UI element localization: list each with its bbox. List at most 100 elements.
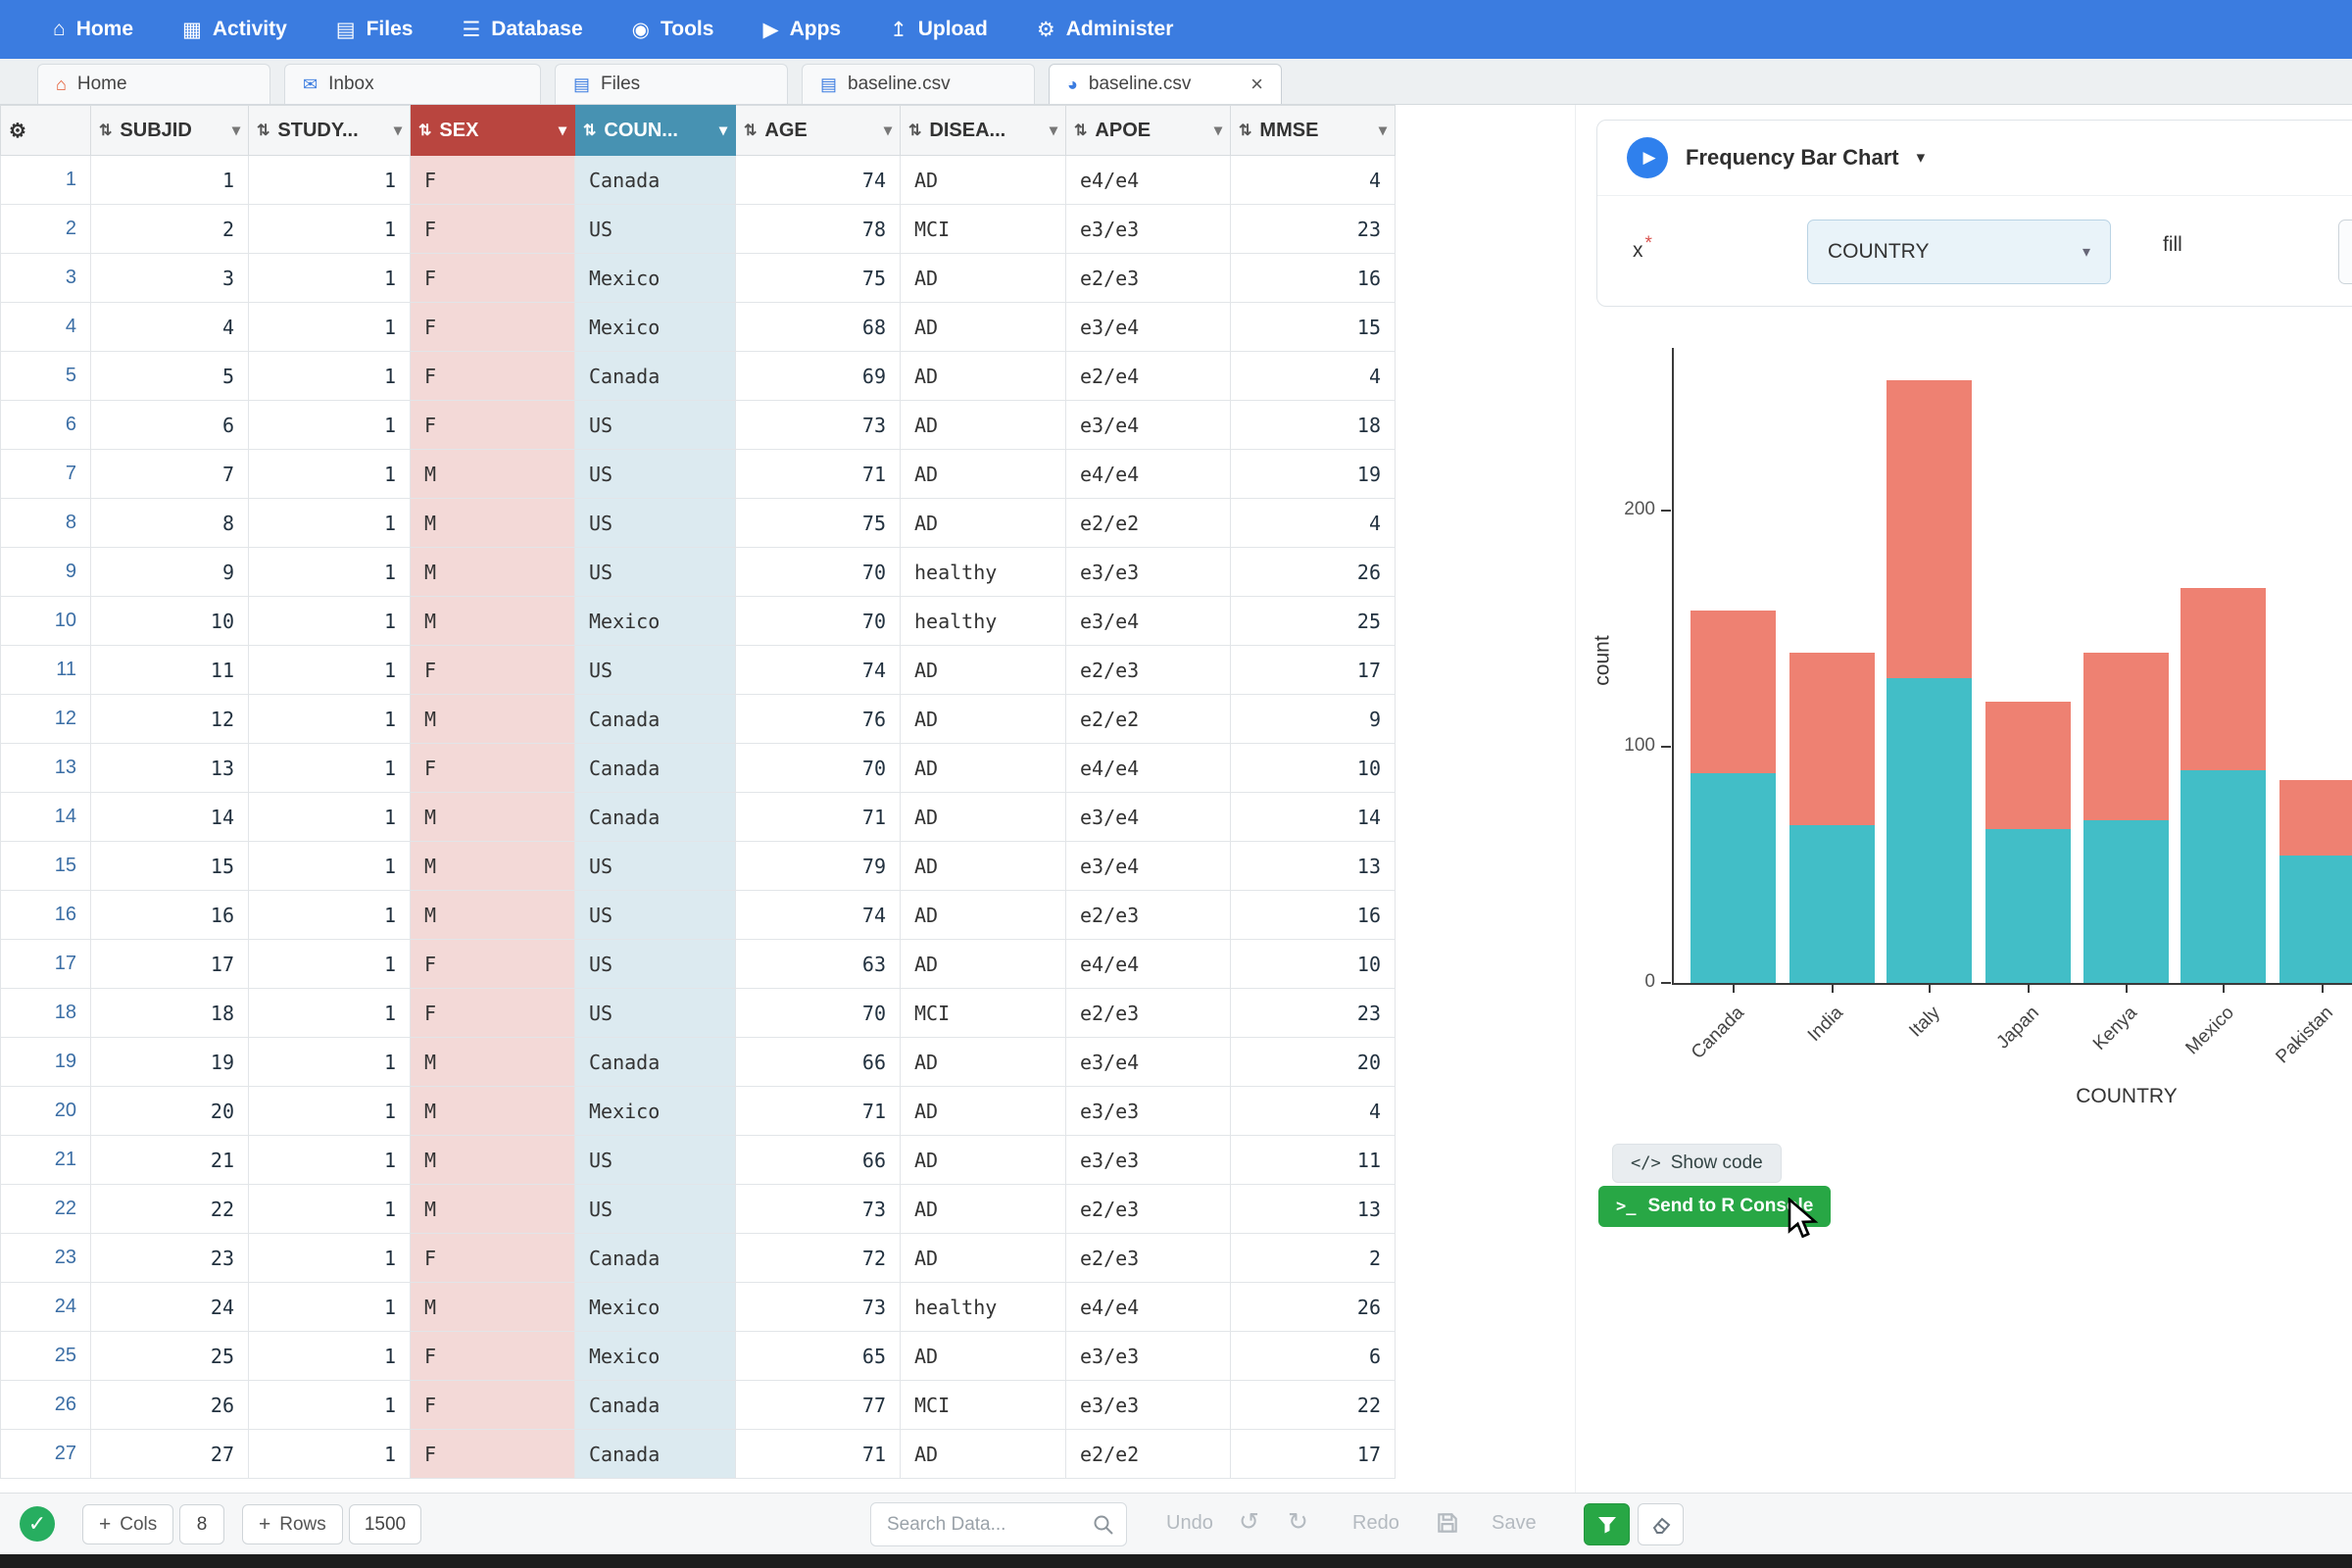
- add-cols-button[interactable]: + Cols: [82, 1504, 173, 1544]
- tab-baseline-csv[interactable]: ▤baseline.csv: [802, 64, 1035, 104]
- show-code-button[interactable]: </> Show code: [1612, 1144, 1782, 1183]
- cell[interactable]: 6: [91, 401, 249, 450]
- cell[interactable]: e3/e4: [1066, 401, 1231, 450]
- row-number[interactable]: 3: [1, 254, 91, 303]
- cell[interactable]: e4/e4: [1066, 156, 1231, 205]
- cell[interactable]: 1: [249, 793, 411, 842]
- cell[interactable]: 15: [91, 842, 249, 891]
- cell[interactable]: M: [411, 1185, 575, 1234]
- column-header-mmse[interactable]: ⇅MMSE▾: [1231, 106, 1396, 156]
- sort-icon[interactable]: ⇅: [257, 121, 270, 140]
- sort-icon[interactable]: ⇅: [99, 121, 112, 140]
- row-number[interactable]: 22: [1, 1185, 91, 1234]
- cell[interactable]: 1: [249, 1185, 411, 1234]
- row-number[interactable]: 18: [1, 989, 91, 1038]
- cell[interactable]: F: [411, 940, 575, 989]
- cell[interactable]: MCI: [901, 205, 1066, 254]
- cell[interactable]: AD: [901, 450, 1066, 499]
- undo-label[interactable]: Undo: [1166, 1512, 1213, 1535]
- clear-filters-button[interactable]: [1638, 1503, 1684, 1545]
- row-number[interactable]: 11: [1, 646, 91, 695]
- cell[interactable]: 74: [736, 156, 901, 205]
- row-number[interactable]: 14: [1, 793, 91, 842]
- table-settings-gear-icon[interactable]: ⚙: [1, 106, 91, 156]
- cell[interactable]: M: [411, 842, 575, 891]
- row-number[interactable]: 1: [1, 156, 91, 205]
- cell[interactable]: 1: [249, 548, 411, 597]
- cell[interactable]: US: [575, 401, 736, 450]
- cell[interactable]: 1: [249, 156, 411, 205]
- search-input[interactable]: [870, 1502, 1127, 1546]
- cell[interactable]: 1: [249, 1381, 411, 1430]
- cell[interactable]: 73: [736, 1185, 901, 1234]
- cell[interactable]: M: [411, 793, 575, 842]
- cell[interactable]: e4/e4: [1066, 450, 1231, 499]
- cell[interactable]: healthy: [901, 548, 1066, 597]
- redo-label[interactable]: Redo: [1352, 1512, 1399, 1535]
- filter-caret-icon[interactable]: ▾: [1050, 121, 1057, 140]
- cell[interactable]: 23: [91, 1234, 249, 1283]
- cell[interactable]: 70: [736, 744, 901, 793]
- cell[interactable]: e3/e4: [1066, 1038, 1231, 1087]
- cell[interactable]: 1: [249, 891, 411, 940]
- cell[interactable]: 25: [1231, 597, 1396, 646]
- cell[interactable]: e3/e3: [1066, 1381, 1231, 1430]
- cell[interactable]: 4: [1231, 352, 1396, 401]
- row-number[interactable]: 17: [1, 940, 91, 989]
- cell[interactable]: e4/e4: [1066, 940, 1231, 989]
- cell[interactable]: M: [411, 597, 575, 646]
- cell[interactable]: MCI: [901, 989, 1066, 1038]
- row-number[interactable]: 21: [1, 1136, 91, 1185]
- cell[interactable]: AD: [901, 1136, 1066, 1185]
- cell[interactable]: 10: [1231, 940, 1396, 989]
- cell[interactable]: 1: [249, 597, 411, 646]
- cell[interactable]: 66: [736, 1038, 901, 1087]
- cell[interactable]: M: [411, 499, 575, 548]
- cell[interactable]: US: [575, 940, 736, 989]
- cell[interactable]: 4: [1231, 1087, 1396, 1136]
- cell[interactable]: F: [411, 1430, 575, 1479]
- cell[interactable]: 65: [736, 1332, 901, 1381]
- cell[interactable]: 1: [91, 156, 249, 205]
- cell[interactable]: 27: [91, 1430, 249, 1479]
- nav-item-activity[interactable]: ▦Activity: [182, 18, 287, 42]
- cell[interactable]: 74: [736, 646, 901, 695]
- cell[interactable]: 10: [91, 597, 249, 646]
- cell[interactable]: AD: [901, 401, 1066, 450]
- cell[interactable]: 1: [249, 646, 411, 695]
- cell[interactable]: AD: [901, 940, 1066, 989]
- row-number[interactable]: 8: [1, 499, 91, 548]
- row-number[interactable]: 10: [1, 597, 91, 646]
- cell[interactable]: 73: [736, 401, 901, 450]
- cell[interactable]: 17: [1231, 646, 1396, 695]
- nav-item-database[interactable]: ☰Database: [462, 18, 582, 42]
- cell[interactable]: F: [411, 744, 575, 793]
- cell[interactable]: AD: [901, 1234, 1066, 1283]
- cell[interactable]: e2/e2: [1066, 695, 1231, 744]
- add-rows-button[interactable]: + Rows: [242, 1504, 343, 1544]
- cell[interactable]: F: [411, 646, 575, 695]
- cell[interactable]: 71: [736, 793, 901, 842]
- row-number[interactable]: 27: [1, 1430, 91, 1479]
- row-number[interactable]: 20: [1, 1087, 91, 1136]
- row-number[interactable]: 7: [1, 450, 91, 499]
- cell[interactable]: 3: [91, 254, 249, 303]
- cell[interactable]: 1: [249, 303, 411, 352]
- cell[interactable]: e3/e3: [1066, 1332, 1231, 1381]
- cell[interactable]: M: [411, 1136, 575, 1185]
- cell[interactable]: 13: [91, 744, 249, 793]
- nav-item-files[interactable]: ▤Files: [336, 18, 414, 42]
- cell[interactable]: US: [575, 499, 736, 548]
- cell[interactable]: 16: [1231, 891, 1396, 940]
- cell[interactable]: 6: [1231, 1332, 1396, 1381]
- nav-item-home[interactable]: ⌂Home: [53, 18, 133, 41]
- cell[interactable]: 26: [1231, 1283, 1396, 1332]
- row-number[interactable]: 13: [1, 744, 91, 793]
- cell[interactable]: AD: [901, 646, 1066, 695]
- sort-icon[interactable]: ⇅: [744, 121, 757, 140]
- cell[interactable]: 1: [249, 695, 411, 744]
- save-icon[interactable]: [1435, 1510, 1460, 1536]
- column-header-age[interactable]: ⇅AGE▾: [736, 106, 901, 156]
- cell[interactable]: 1: [249, 1087, 411, 1136]
- column-header-apoe[interactable]: ⇅APOE▾: [1066, 106, 1231, 156]
